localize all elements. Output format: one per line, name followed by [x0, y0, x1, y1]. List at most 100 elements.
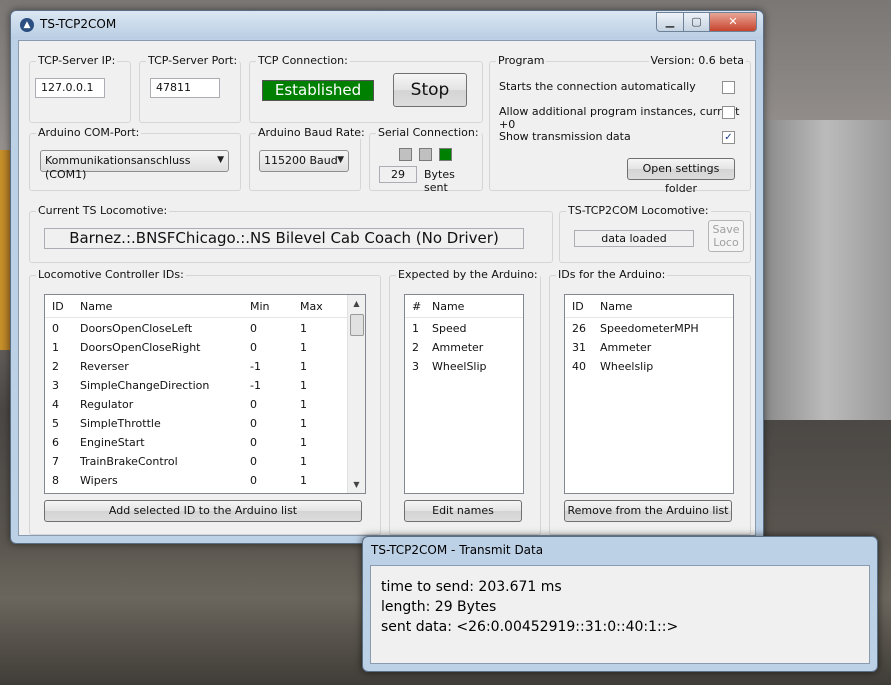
main-window: ▲ TS-TCP2COM ▁ ▢ ✕ TCP-Server IP: 127.0.… — [10, 10, 764, 544]
transmit-window-title: TS-TCP2COM - Transmit Data — [371, 543, 544, 557]
cell-number: 3 — [412, 360, 419, 373]
column-header-name[interactable]: Name — [80, 300, 112, 313]
cell-id: 31 — [572, 341, 586, 354]
cell-min: 0 — [250, 417, 257, 430]
cell-min: 0 — [250, 436, 257, 449]
ids-for-arduino-list[interactable]: ID Name 26 SpeedometerMPH 31 Ammeter 40 … — [564, 294, 734, 494]
cell-max: 1 — [300, 474, 307, 487]
table-row[interactable]: 1 DoorsOpenCloseRight 0 1 — [45, 338, 365, 357]
table-row[interactable]: 4 Regulator 0 1 — [45, 395, 365, 414]
current-loco-label: Current TS Locomotive: — [36, 204, 170, 217]
option-multi-instance-checkbox[interactable] — [722, 106, 735, 119]
list-item[interactable]: 40 Wheelslip — [565, 357, 733, 376]
cell-id: 1 — [52, 341, 59, 354]
com-port-group: Arduino COM-Port: Kommunikationsanschlus… — [29, 126, 241, 191]
column-header-min[interactable]: Min — [250, 300, 270, 313]
controller-ids-group: Locomotive Controller IDs: ID Name Min M… — [29, 268, 381, 535]
cell-name: Reverser — [80, 360, 129, 373]
app-icon: ▲ — [20, 18, 34, 32]
transmit-client-area: time to send: 203.671 ms length: 29 Byte… — [370, 565, 870, 664]
option-auto-connect-checkbox[interactable] — [722, 81, 735, 94]
controller-ids-label: Locomotive Controller IDs: — [36, 268, 186, 281]
cell-name: SimpleChangeDirection — [80, 379, 210, 392]
table-row[interactable]: 6 EngineStart 0 1 — [45, 433, 365, 452]
column-header-id[interactable]: ID — [52, 300, 64, 313]
maximize-button[interactable]: ▢ — [683, 12, 710, 32]
cell-name: TrainBrakeControl — [80, 455, 178, 468]
baud-rate-select[interactable]: 115200 Baud ▼ — [259, 150, 349, 172]
cell-number: 2 — [412, 341, 419, 354]
controller-ids-list[interactable]: ID Name Min Max 0 DoorsOpenCloseLeft 0 1… — [44, 294, 366, 494]
controller-ids-scrollbar[interactable]: ▲ ▼ — [347, 295, 365, 493]
list-item[interactable]: 2 Ammeter — [405, 338, 523, 357]
bytes-sent-label: Bytes sent — [424, 168, 455, 194]
scroll-up-icon[interactable]: ▲ — [348, 295, 365, 312]
cell-name: Speed — [432, 322, 467, 335]
table-row[interactable]: 3 SimpleChangeDirection -1 1 — [45, 376, 365, 395]
cell-min: -1 — [250, 360, 261, 373]
baud-rate-value: 115200 Baud — [264, 154, 338, 167]
cell-name: Ammeter — [432, 341, 484, 354]
cell-max: 1 — [300, 341, 307, 354]
list-item[interactable]: 3 WheelSlip — [405, 357, 523, 376]
scroll-thumb[interactable] — [350, 314, 364, 336]
list-item[interactable]: 26 SpeedometerMPH — [565, 319, 733, 338]
cell-id: 7 — [52, 455, 59, 468]
cell-max: 1 — [300, 436, 307, 449]
edit-names-button[interactable]: Edit names — [404, 500, 522, 522]
minimize-button[interactable]: ▁ — [656, 12, 684, 32]
option-show-transmission-checkbox[interactable]: ✓ — [722, 131, 735, 144]
open-settings-folder-button[interactable]: Open settings folder — [627, 158, 735, 195]
cell-name: Ammeter — [600, 341, 652, 354]
com-port-select[interactable]: Kommunikationsanschluss (COM1) ▼ — [40, 150, 229, 181]
save-loco-button[interactable]: Save Loco — [708, 220, 744, 252]
program-label: Program — [496, 54, 547, 67]
expected-by-arduino-group: Expected by the Arduino: # Name 1 Speed … — [389, 268, 541, 535]
remove-from-arduino-button[interactable]: Remove from the Arduino list — [564, 500, 732, 522]
cell-id: 2 — [52, 360, 59, 373]
column-header-max[interactable]: Max — [300, 300, 323, 313]
chevron-down-icon: ▼ — [337, 155, 344, 165]
scroll-down-icon[interactable]: ▼ — [348, 476, 365, 493]
program-group: Program Version: 0.6 beta Starts the con… — [489, 54, 751, 195]
title-bar[interactable]: ▲ TS-TCP2COM ▁ ▢ ✕ — [11, 11, 763, 39]
cell-name: SpeedometerMPH — [600, 322, 699, 335]
sent-data-text: sent data: <26:0.00452919::31:0::40:1::> — [381, 619, 679, 635]
tcp-server-ip-input[interactable]: 127.0.0.1 — [35, 78, 105, 98]
expected-by-arduino-list[interactable]: # Name 1 Speed 2 Ammeter 3 WheelSlip — [404, 294, 524, 494]
length-text: length: 29 Bytes — [381, 599, 497, 615]
cell-name: SimpleThrottle — [80, 417, 161, 430]
com-port-value: Kommunikationsanschluss (COM1) — [45, 154, 191, 181]
table-row[interactable]: 0 DoorsOpenCloseLeft 0 1 — [45, 319, 365, 338]
cell-name: Regulator — [80, 398, 134, 411]
table-row[interactable]: 5 SimpleThrottle 0 1 — [45, 414, 365, 433]
cell-name: WheelSlip — [432, 360, 487, 373]
add-to-arduino-button[interactable]: Add selected ID to the Arduino list — [44, 500, 362, 522]
column-header-id[interactable]: ID — [572, 300, 584, 313]
expected-header: # Name — [405, 295, 523, 318]
serial-led-rx — [399, 148, 412, 161]
table-row[interactable]: 2 Reverser -1 1 — [45, 357, 365, 376]
main-client-area: TCP-Server IP: 127.0.0.1 TCP-Server Port… — [18, 40, 756, 536]
column-header-name[interactable]: Name — [600, 300, 632, 313]
list-item[interactable]: 1 Speed — [405, 319, 523, 338]
column-header-number[interactable]: # — [412, 300, 421, 313]
cell-name: DoorsOpenCloseRight — [80, 341, 201, 354]
cell-max: 1 — [300, 455, 307, 468]
tcp-connection-group: TCP Connection: Established Stop — [249, 54, 483, 123]
serial-connection-label: Serial Connection: — [376, 126, 481, 139]
table-row[interactable]: 8 Wipers 0 1 — [45, 471, 365, 490]
option-auto-connect-label: Starts the connection automatically — [499, 80, 696, 93]
chevron-down-icon: ▼ — [217, 155, 224, 165]
cell-id: 26 — [572, 322, 586, 335]
column-header-name[interactable]: Name — [432, 300, 464, 313]
cell-min: 0 — [250, 341, 257, 354]
cell-id: 5 — [52, 417, 59, 430]
list-item[interactable]: 31 Ammeter — [565, 338, 733, 357]
close-button[interactable]: ✕ — [709, 12, 757, 32]
stop-button[interactable]: Stop — [393, 73, 467, 107]
cell-name: Wipers — [80, 474, 118, 487]
table-row[interactable]: 7 TrainBrakeControl 0 1 — [45, 452, 365, 471]
tcp-server-port-input[interactable]: 47811 — [150, 78, 220, 98]
cell-name: DoorsOpenCloseLeft — [80, 322, 193, 335]
